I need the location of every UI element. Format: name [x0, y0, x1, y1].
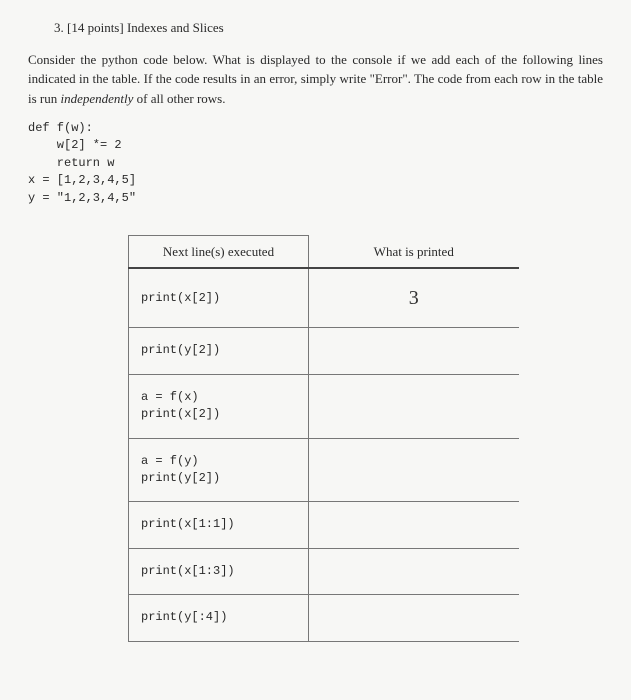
answer-cell [309, 438, 519, 502]
table-row: print(x[2]) 3 [129, 268, 519, 328]
answer-cell: 3 [309, 268, 519, 328]
code-cell: a = f(x) print(x[2]) [129, 374, 309, 438]
code-line: return w [28, 156, 114, 170]
answer-cell [309, 374, 519, 438]
answer-table: Next line(s) executed What is printed pr… [128, 235, 519, 642]
code-line: y = "1,2,3,4,5" [28, 191, 136, 205]
code-line: x = [1,2,3,4,5] [28, 173, 136, 187]
table-row: a = f(y) print(y[2]) [129, 438, 519, 502]
table-row: print(y[2]) [129, 328, 519, 374]
code-cell: print(y[2]) [129, 328, 309, 374]
code-block: def f(w): w[2] *= 2 return w x = [1,2,3,… [28, 120, 603, 207]
answer-cell [309, 548, 519, 594]
table-row: print(y[:4]) [129, 595, 519, 641]
table-header-left: Next line(s) executed [129, 235, 309, 268]
intro-paragraph: Consider the python code below. What is … [28, 50, 603, 109]
answer-cell [309, 595, 519, 641]
table-header-right: What is printed [309, 235, 519, 268]
answer-cell [309, 328, 519, 374]
code-cell: a = f(y) print(y[2]) [129, 438, 309, 502]
code-cell: print(x[1:1]) [129, 502, 309, 548]
answer-table-wrap: Next line(s) executed What is printed pr… [128, 235, 603, 642]
code-line: def f(w): [28, 121, 93, 135]
table-row: a = f(x) print(x[2]) [129, 374, 519, 438]
code-cell: print(x[2]) [129, 268, 309, 328]
intro-emphasis: independently [61, 91, 134, 106]
intro-text-2: of all other rows. [133, 91, 225, 106]
code-cell: print(y[:4]) [129, 595, 309, 641]
code-line: w[2] *= 2 [28, 138, 122, 152]
table-row: print(x[1:1]) [129, 502, 519, 548]
code-cell: print(x[1:3]) [129, 548, 309, 594]
answer-cell [309, 502, 519, 548]
question-heading: 3. [14 points] Indexes and Slices [28, 18, 603, 38]
table-row: print(x[1:3]) [129, 548, 519, 594]
